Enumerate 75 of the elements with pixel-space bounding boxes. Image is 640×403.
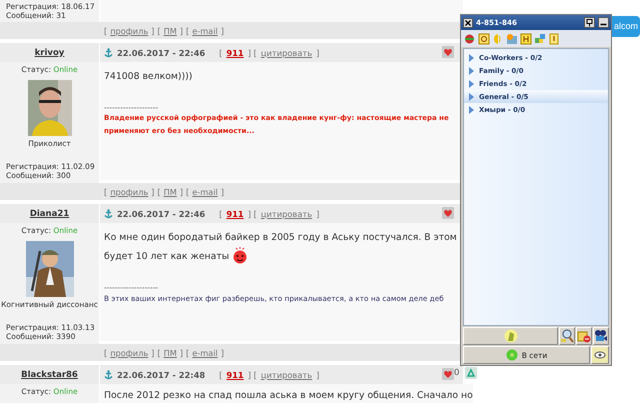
search-button[interactable] bbox=[559, 327, 575, 345]
profile-link[interactable]: профиль bbox=[110, 348, 148, 358]
bracket: ] bbox=[180, 186, 183, 196]
email-link[interactable]: e-mail bbox=[192, 186, 218, 196]
minimize-icon bbox=[598, 17, 609, 28]
bracket: [ bbox=[186, 348, 190, 358]
bracket: [ bbox=[186, 26, 190, 36]
rating-link[interactable]: 911 bbox=[226, 48, 244, 58]
recycle-icon bbox=[465, 367, 477, 379]
eye-icon bbox=[594, 350, 606, 360]
folder-button[interactable] bbox=[576, 327, 592, 345]
heart-icon[interactable] bbox=[442, 207, 454, 219]
bracket: ] bbox=[180, 348, 183, 358]
bracket: [ bbox=[157, 186, 161, 196]
menu-button[interactable] bbox=[463, 327, 558, 345]
puzzle-icon[interactable] bbox=[534, 32, 546, 44]
bracket: ] bbox=[151, 26, 154, 36]
bracket: ] [ bbox=[248, 48, 257, 58]
pm-link[interactable]: ПМ bbox=[164, 186, 177, 196]
bracket: ] bbox=[151, 348, 154, 358]
like-count: 0 bbox=[454, 368, 460, 378]
folder-icon bbox=[577, 329, 591, 343]
bracket: [ bbox=[157, 26, 161, 36]
bracket: [ bbox=[186, 186, 190, 196]
bracket: [ bbox=[104, 186, 108, 196]
email-link[interactable]: e-mail bbox=[192, 348, 218, 358]
bracket: ] bbox=[180, 26, 183, 36]
pm-link[interactable]: ПМ bbox=[164, 348, 177, 358]
rating-link[interactable]: 911 bbox=[226, 370, 244, 380]
camera-icon bbox=[594, 329, 608, 343]
note-icon[interactable] bbox=[548, 32, 560, 44]
bracket: ] bbox=[220, 186, 224, 196]
rating-link[interactable]: 911 bbox=[226, 208, 244, 218]
message-text: 741008 велком)))) bbox=[104, 70, 194, 84]
post-date: 22.06.2017 - 22:48 bbox=[117, 370, 206, 380]
bracket: [ bbox=[104, 26, 108, 36]
heart-icon[interactable] bbox=[442, 368, 454, 380]
close-icon[interactable] bbox=[463, 18, 473, 28]
bracket: [ bbox=[104, 348, 108, 358]
bracket: [ bbox=[219, 208, 222, 218]
eye-button[interactable] bbox=[591, 346, 609, 364]
bracket: ] bbox=[220, 26, 224, 36]
square-icon[interactable] bbox=[520, 32, 532, 44]
pin-icon bbox=[584, 17, 595, 28]
post-date: 22.06.2017 - 22:46 bbox=[117, 208, 206, 218]
bracket: ] bbox=[316, 370, 320, 380]
camera-button[interactable] bbox=[593, 327, 609, 345]
email-link[interactable]: e-mail bbox=[192, 26, 218, 36]
quote-link[interactable]: цитировать bbox=[260, 48, 312, 58]
message-text: После 2012 резко на спад пошла аська в моем кругу общения. Сначало но bbox=[104, 389, 473, 403]
bracket: ] [ bbox=[248, 370, 257, 380]
bracket: [ bbox=[219, 370, 222, 380]
bracket: [ bbox=[157, 348, 161, 358]
author-name[interactable]: krivoy bbox=[34, 48, 64, 58]
profile-link[interactable]: профиль bbox=[110, 26, 148, 36]
quote-link[interactable]: цитировать bbox=[260, 370, 312, 380]
square-icon[interactable] bbox=[478, 32, 490, 44]
quote-link[interactable]: цитировать bbox=[260, 208, 312, 218]
bracket: ] bbox=[316, 48, 320, 58]
search-icon bbox=[560, 329, 574, 343]
anchor-icon bbox=[104, 370, 113, 380]
bracket: ] bbox=[220, 348, 224, 358]
post-date: 22.06.2017 - 22:46 bbox=[117, 48, 206, 58]
link-button[interactable]: alcom bbox=[612, 16, 640, 36]
bracket: ] bbox=[151, 186, 154, 196]
anchor-icon bbox=[104, 208, 113, 218]
heart-icon[interactable] bbox=[442, 46, 454, 58]
ball-icon[interactable] bbox=[464, 32, 476, 44]
pm-link[interactable]: ПМ bbox=[164, 26, 177, 36]
bracket: [ bbox=[219, 48, 222, 58]
bracket: ] bbox=[316, 208, 320, 218]
message-text: Ко мне один бородатый байкер в 2005 году в Аську постучался. В этом будет 10 лет как женаты bbox=[104, 232, 457, 262]
anchor-icon bbox=[104, 48, 113, 58]
profile-link[interactable]: профиль bbox=[110, 186, 148, 196]
bracket: ] [ bbox=[248, 208, 257, 218]
